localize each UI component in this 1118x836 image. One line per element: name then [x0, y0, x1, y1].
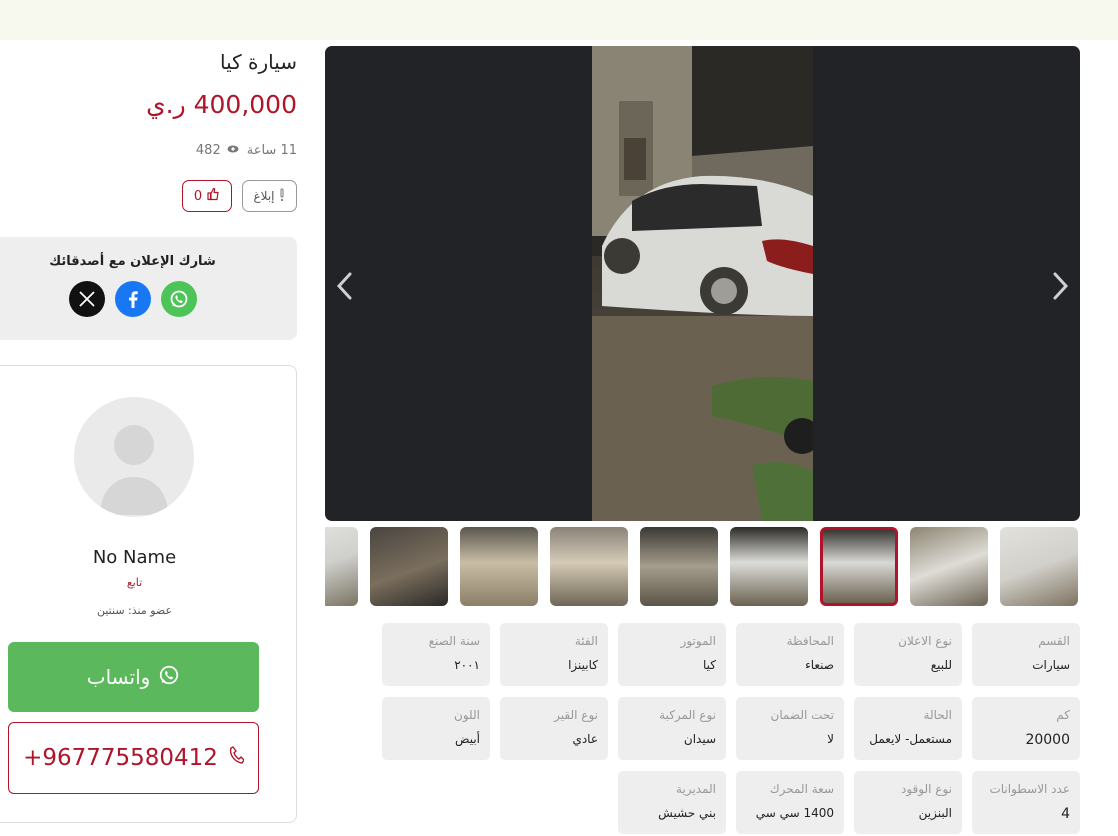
spec-category: القسم سيارات — [972, 623, 1080, 686]
thumbnail[interactable] — [325, 527, 358, 606]
spec-value: صنعاء — [805, 658, 834, 672]
spec-label: نوع القير — [554, 708, 598, 722]
thumbnail[interactable] — [1000, 527, 1078, 606]
spec-value: عادي — [572, 732, 598, 746]
x-icon[interactable] — [69, 281, 105, 317]
spec-fuel-type: نوع الوقود البنزين — [854, 771, 962, 834]
facebook-icon[interactable] — [115, 281, 151, 317]
spec-value: 4 — [1061, 806, 1070, 822]
seller-card: No Name تابع عضو منذ: سنتين واتساب +9677… — [0, 365, 297, 823]
spec-governorate: المحافظة صنعاء — [736, 623, 844, 686]
spec-year: سنة الصنع ٢٠٠١ — [382, 623, 490, 686]
spec-label: المديرية — [676, 782, 716, 796]
spec-cylinders: عدد الاسطوانات 4 — [972, 771, 1080, 834]
whatsapp-label: واتساب — [86, 665, 151, 689]
thumbs-up-icon — [206, 187, 220, 205]
share-icons — [69, 281, 197, 317]
spec-model: الفئة كابينزا — [500, 623, 608, 686]
whatsapp-icon — [158, 664, 180, 691]
spec-mileage: كم 20000 — [972, 697, 1080, 760]
next-arrow-icon[interactable] — [1046, 268, 1076, 304]
like-button[interactable]: 0 — [182, 180, 232, 212]
spec-condition: الحالة مستعمل- لايعمل — [854, 697, 962, 760]
spec-value: كيا — [703, 658, 716, 672]
alert-icon — [278, 188, 286, 205]
spec-label: القسم — [1038, 634, 1070, 648]
spec-engine-size: سعة المحرك 1400 سي سي — [736, 771, 844, 834]
spec-value: ٢٠٠١ — [454, 658, 480, 672]
spec-label: الموتور — [680, 634, 716, 648]
seller-type: تابع — [126, 576, 143, 589]
top-bar — [0, 0, 1118, 40]
spec-label: سنة الصنع — [428, 634, 480, 648]
listing-meta: 11 ساعة 482 — [196, 143, 297, 158]
spec-body-type: نوع المركبة سيدان — [618, 697, 726, 760]
report-label: إبلاغ — [253, 189, 275, 203]
spec-label: كم — [1056, 708, 1070, 722]
listing-actions: إبلاغ 0 — [182, 180, 297, 212]
share-box: شارك الإعلان مع أصدقائك — [0, 237, 297, 340]
spec-ad-type: نوع الاعلان للبيع — [854, 623, 962, 686]
spec-value: 20000 — [1025, 732, 1070, 748]
spec-value: مستعمل- لايعمل — [869, 732, 952, 746]
time-ago: 11 ساعة — [246, 143, 297, 158]
thumbnail[interactable] — [730, 527, 808, 606]
like-count: 0 — [193, 188, 203, 204]
thumbnail[interactable] — [460, 527, 538, 606]
spec-color: اللون أبيض — [382, 697, 490, 760]
spec-value: البنزين — [918, 806, 952, 820]
thumbnail[interactable] — [550, 527, 628, 606]
views-counter: 482 — [196, 143, 239, 158]
spec-label: الفئة — [574, 634, 598, 648]
thumbnail-strip — [325, 527, 1080, 606]
seller-name: No Name — [92, 547, 177, 568]
avatar — [74, 397, 194, 517]
thumbnail[interactable] — [640, 527, 718, 606]
spec-label: تحت الضمان — [770, 708, 835, 722]
spec-label: سعة المحرك — [769, 782, 834, 796]
spec-value: 1400 سي سي — [755, 806, 834, 820]
share-title: شارك الإعلان مع أصدقائك — [49, 254, 216, 269]
spec-label: عدد الاسطوانات — [989, 782, 1070, 796]
phone-button[interactable]: +967775580412 — [8, 722, 259, 794]
spec-value: أبيض — [455, 732, 480, 746]
whatsapp-icon[interactable] — [161, 281, 197, 317]
whatsapp-button[interactable]: واتساب — [8, 642, 259, 712]
spec-district: المديرية بني حشيش — [618, 771, 726, 834]
spec-label: الحالة — [923, 708, 952, 722]
thumbnail[interactable] — [910, 527, 988, 606]
report-button[interactable]: إبلاغ — [242, 180, 297, 212]
phone-icon — [228, 745, 245, 771]
spec-value: كابينزا — [568, 658, 598, 672]
spec-label: نوع المركبة — [659, 708, 716, 722]
spec-value: سيدان — [683, 732, 716, 746]
thumbnail[interactable] — [370, 527, 448, 606]
phone-number: +967775580412 — [23, 745, 218, 771]
spec-label: نوع الوقود — [901, 782, 952, 796]
spec-label: نوع الاعلان — [898, 634, 952, 648]
listing-title: سيارة كيا — [219, 50, 297, 74]
photo-gallery — [325, 46, 1080, 521]
main-photo[interactable] — [592, 46, 813, 521]
spec-label: اللون — [454, 708, 480, 722]
spec-warranty: تحت الضمان لا — [736, 697, 844, 760]
spec-make: الموتور كيا — [618, 623, 726, 686]
prev-arrow-icon[interactable] — [329, 268, 359, 304]
spec-value: سيارات — [1032, 658, 1070, 672]
views-count: 482 — [195, 143, 221, 158]
eye-icon — [227, 143, 239, 158]
spec-transmission: نوع القير عادي — [500, 697, 608, 760]
spec-value: للبيع — [930, 658, 952, 672]
listing-price: 400,000 ر.ي — [146, 90, 297, 119]
spec-value: بني حشيش — [658, 806, 716, 820]
spec-label: المحافظة — [786, 634, 834, 648]
spec-value: لا — [827, 732, 834, 746]
thumbnail-active[interactable] — [820, 527, 898, 606]
member-since: عضو منذ: سنتين — [96, 604, 173, 617]
